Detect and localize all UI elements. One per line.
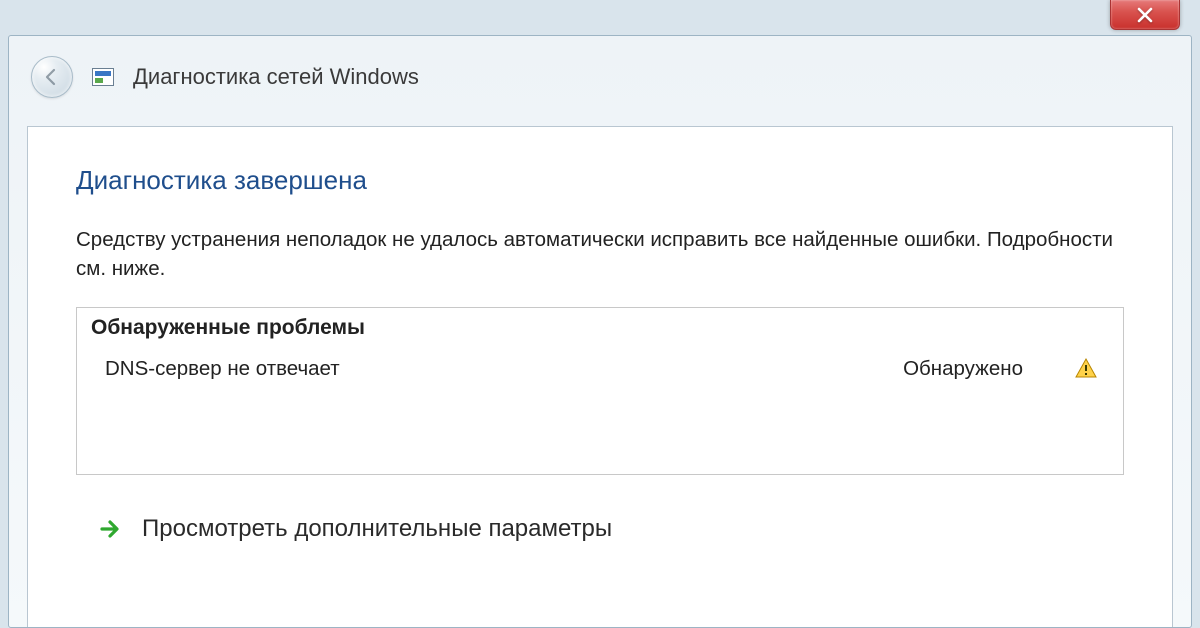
- problem-status: Обнаружено: [903, 357, 1023, 381]
- back-arrow-icon: [41, 66, 63, 88]
- wizard-header: Диагностика сетей Windows: [9, 36, 1191, 126]
- diagnostics-icon: [91, 65, 115, 89]
- window-title: Диагностика сетей Windows: [133, 64, 419, 90]
- problems-header: Обнаруженные проблемы: [77, 308, 1123, 346]
- wizard-window: Диагностика сетей Windows Диагностика за…: [8, 35, 1192, 628]
- close-button[interactable]: [1110, 0, 1180, 30]
- view-additional-link[interactable]: Просмотреть дополнительные параметры: [76, 515, 1124, 543]
- warning-icon: [1073, 356, 1099, 382]
- problem-row[interactable]: DNS-сервер не отвечает Обнаружено: [77, 346, 1123, 396]
- close-icon: [1136, 6, 1154, 24]
- view-additional-label: Просмотреть дополнительные параметры: [142, 515, 612, 543]
- page-heading: Диагностика завершена: [76, 165, 1124, 196]
- titlebar-close-wrap: [1110, 0, 1180, 30]
- page-description: Средству устранения неполадок не удалось…: [76, 226, 1124, 283]
- back-button[interactable]: [31, 56, 73, 98]
- problem-name: DNS-сервер не отвечает: [105, 357, 903, 381]
- content-panel: Диагностика завершена Средству устранени…: [27, 126, 1173, 628]
- arrow-right-icon: [96, 515, 124, 543]
- problems-box: Обнаруженные проблемы DNS-сервер не отве…: [76, 307, 1124, 475]
- problems-spacer: [77, 396, 1123, 474]
